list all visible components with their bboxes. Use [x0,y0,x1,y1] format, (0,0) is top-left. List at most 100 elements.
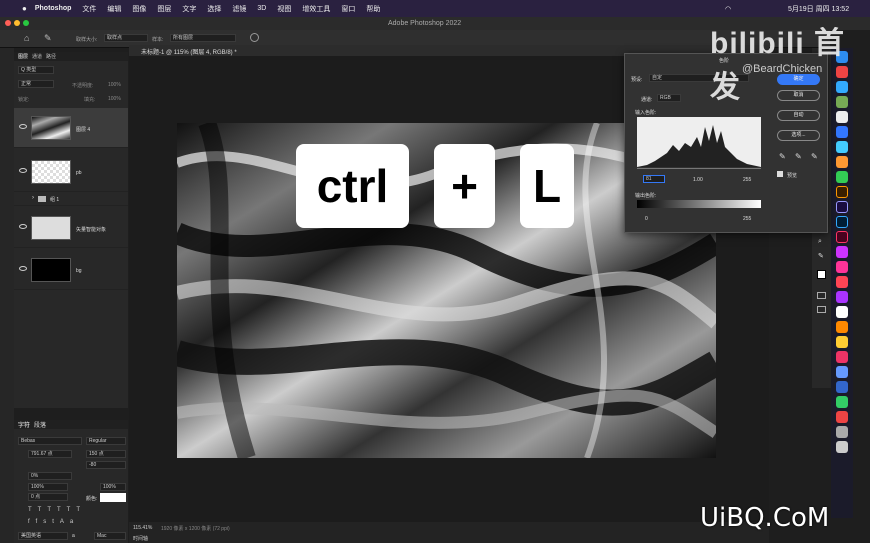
menu-type[interactable]: 文字 [182,4,196,14]
photoshop-icon[interactable] [836,216,848,228]
ring-icon[interactable] [250,33,259,42]
app-icon[interactable] [836,381,848,393]
aftereffects-icon[interactable] [836,201,848,213]
eyedropper-white-icon[interactable]: ✎ [811,152,818,161]
app-icon[interactable] [836,261,848,273]
layer-row-bg[interactable]: bg [14,250,128,290]
horizontal-scale-field[interactable]: 100% [100,483,126,491]
layer-name[interactable]: pb [76,170,82,176]
eye-icon[interactable] [19,224,27,229]
app-icon[interactable] [836,306,848,318]
layer-row-group[interactable]: › 组 1 [14,192,128,206]
eyedropper-gray-icon[interactable]: ✎ [795,152,802,161]
options-button[interactable]: 选项... [777,130,820,141]
tab-character[interactable]: 字符 [18,420,30,429]
blender-icon[interactable] [836,321,848,333]
eye-icon[interactable] [19,168,27,173]
input-white-value[interactable]: 255 [743,177,751,183]
app-icon[interactable] [836,351,848,363]
histogram[interactable] [637,117,761,167]
notion-icon[interactable] [836,111,848,123]
menu-plugins[interactable]: 增效工具 [302,4,330,14]
home-icon[interactable]: ⌂ [24,33,29,43]
app-icon[interactable] [836,396,848,408]
app-icon[interactable] [836,411,848,423]
clock[interactable]: 5月19日 周四 13:52 [788,4,849,14]
tab-layers[interactable]: 图层 [18,53,28,60]
eye-icon[interactable] [19,266,27,271]
blend-mode-select[interactable]: 正常 [18,80,54,88]
illustrator-icon[interactable] [836,186,848,198]
trash-icon[interactable] [836,441,848,453]
layer-row-smart-object[interactable]: 矢量智能对象 [14,208,128,248]
zoom-level[interactable]: 115.41% [133,525,152,531]
antialias-select[interactable]: Mac [94,532,126,540]
menu-filter[interactable]: 滤镜 [232,4,246,14]
chevron-right-icon[interactable]: › [32,195,34,201]
input-mid-value[interactable]: 1.00 [693,177,703,183]
tab-paragraph[interactable]: 段落 [34,420,46,429]
scale-field[interactable]: 0% [28,472,72,480]
language-select[interactable]: 美国英语 [18,532,68,540]
eyedropper-black-icon[interactable]: ✎ [779,152,786,161]
app-icon[interactable] [836,141,848,153]
app-icon[interactable] [836,276,848,288]
apple-icon[interactable]: ● [22,4,27,13]
menu-help[interactable]: 帮助 [366,4,380,14]
wifi-icon[interactable]: ◠ [725,5,731,13]
menu-layer[interactable]: 图层 [157,4,171,14]
output-gradient[interactable] [637,200,761,208]
input-slider-track[interactable] [637,168,761,171]
menu-file[interactable]: 文件 [82,4,96,14]
sample-select[interactable]: 所有图层 [170,34,236,42]
layer-kind-filter[interactable]: Q 类型 [18,66,54,74]
screen-mode-icon[interactable] [817,306,826,313]
preview-checkbox[interactable] [777,171,783,177]
layer-row-4[interactable]: 图层 4 [14,108,128,148]
app-icon[interactable] [836,171,848,183]
text-color-swatch[interactable] [100,493,126,502]
app-icon[interactable] [836,426,848,438]
zoom-dot[interactable] [23,20,29,26]
app-icon[interactable] [836,156,848,168]
type-style-buttons[interactable]: TTTTTT [28,507,86,513]
quickmask-icon[interactable] [817,292,826,299]
baseline-field[interactable]: 0 点 [28,493,68,501]
opacity-value[interactable]: 100% [108,82,121,88]
font-family-select[interactable]: Bebas [18,437,82,445]
tab-paths[interactable]: 路径 [46,53,56,60]
opentype-buttons[interactable]: ffstAa [28,519,79,525]
eye-icon[interactable] [19,124,27,129]
font-style-select[interactable]: Regular [86,437,126,445]
menu-3d[interactable]: 3D [257,5,266,12]
menu-edit[interactable]: 编辑 [107,4,121,14]
minimize-dot[interactable] [14,20,20,26]
menu-select[interactable]: 选择 [207,4,221,14]
input-black-field[interactable]: 81 [643,175,665,183]
layer-name[interactable]: 图层 4 [76,126,90,133]
layer-name[interactable]: bg [76,268,82,274]
zoom-tool-icon[interactable]: ⌕ [818,238,822,246]
channel-select[interactable]: RGB [657,94,681,102]
eyedropper-tool-icon[interactable]: ✎ [44,33,52,44]
app-icon[interactable] [836,126,848,138]
timeline-label[interactable]: 时间轴 [133,535,148,542]
menu-app[interactable]: Photoshop [35,5,72,12]
output-black-value[interactable]: 0 [645,216,648,222]
indesign-icon[interactable] [836,231,848,243]
fill-value[interactable]: 100% [108,96,121,102]
layer-name[interactable]: 矢量智能对象 [76,226,106,233]
leading-field[interactable]: 150 点 [86,450,126,458]
document-tab-title[interactable]: 未标题-1 @ 115% (图层 4, RGB/8) * [141,47,237,56]
eyedropper-icon[interactable]: ✎ [818,252,824,260]
app-icon[interactable] [836,336,848,348]
vertical-scale-field[interactable]: 100% [28,483,68,491]
layer-row-pb[interactable]: pb [14,152,128,192]
color-swatches[interactable] [817,270,826,279]
app-icon[interactable] [836,291,848,303]
auto-button[interactable]: 自动 [777,110,820,121]
document-info[interactable]: 1920 像素 x 1200 像素 (72 ppi) [161,525,230,532]
sample-size-select[interactable]: 取样点 [104,34,148,42]
app-icon[interactable] [836,366,848,378]
close-dot[interactable] [5,20,11,26]
